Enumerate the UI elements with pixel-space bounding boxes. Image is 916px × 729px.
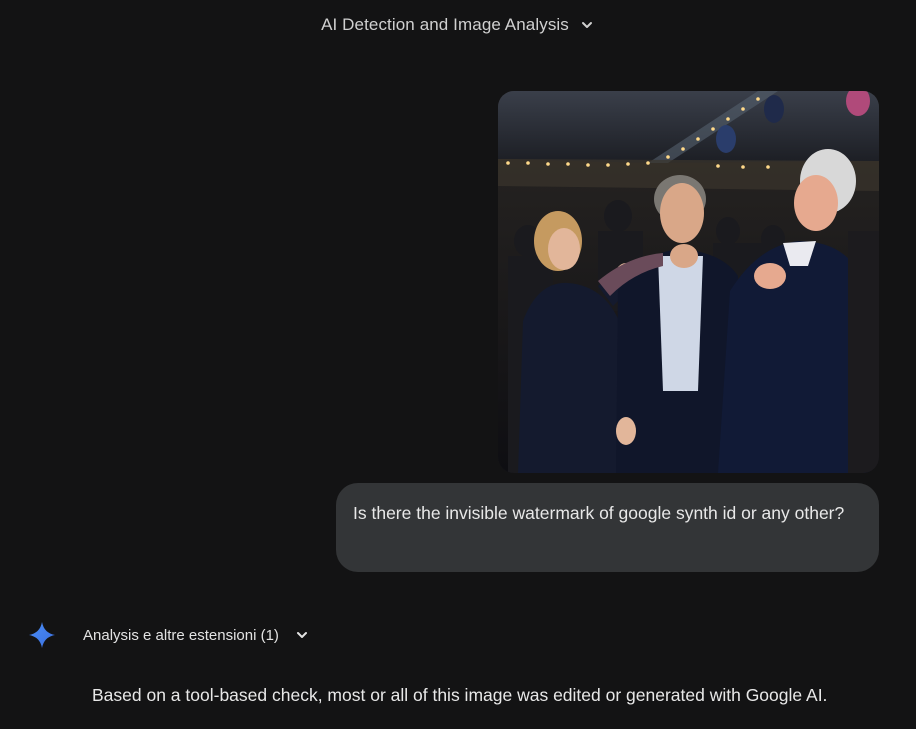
user-message-text: Is there the invisible watermark of goog… xyxy=(353,503,845,523)
extensions-toggle-label[interactable]: Analysis e altre estensioni (1) xyxy=(83,627,279,644)
conversation-title[interactable]: AI Detection and Image Analysis xyxy=(321,15,569,35)
chevron-down-icon[interactable] xyxy=(579,17,595,33)
gemini-sparkle-icon xyxy=(28,621,56,649)
chevron-down-icon[interactable] xyxy=(294,627,310,643)
user-message-bubble: Is there the invisible watermark of goog… xyxy=(336,483,879,572)
uploaded-photo[interactable] xyxy=(498,91,879,473)
response-text: Based on a tool-based check, most or all… xyxy=(92,685,828,705)
response-header: Analysis e altre estensioni (1) xyxy=(28,620,310,650)
conversation-title-bar[interactable]: AI Detection and Image Analysis xyxy=(0,10,916,40)
chat-page: AI Detection and Image Analysis Is there… xyxy=(0,0,916,729)
